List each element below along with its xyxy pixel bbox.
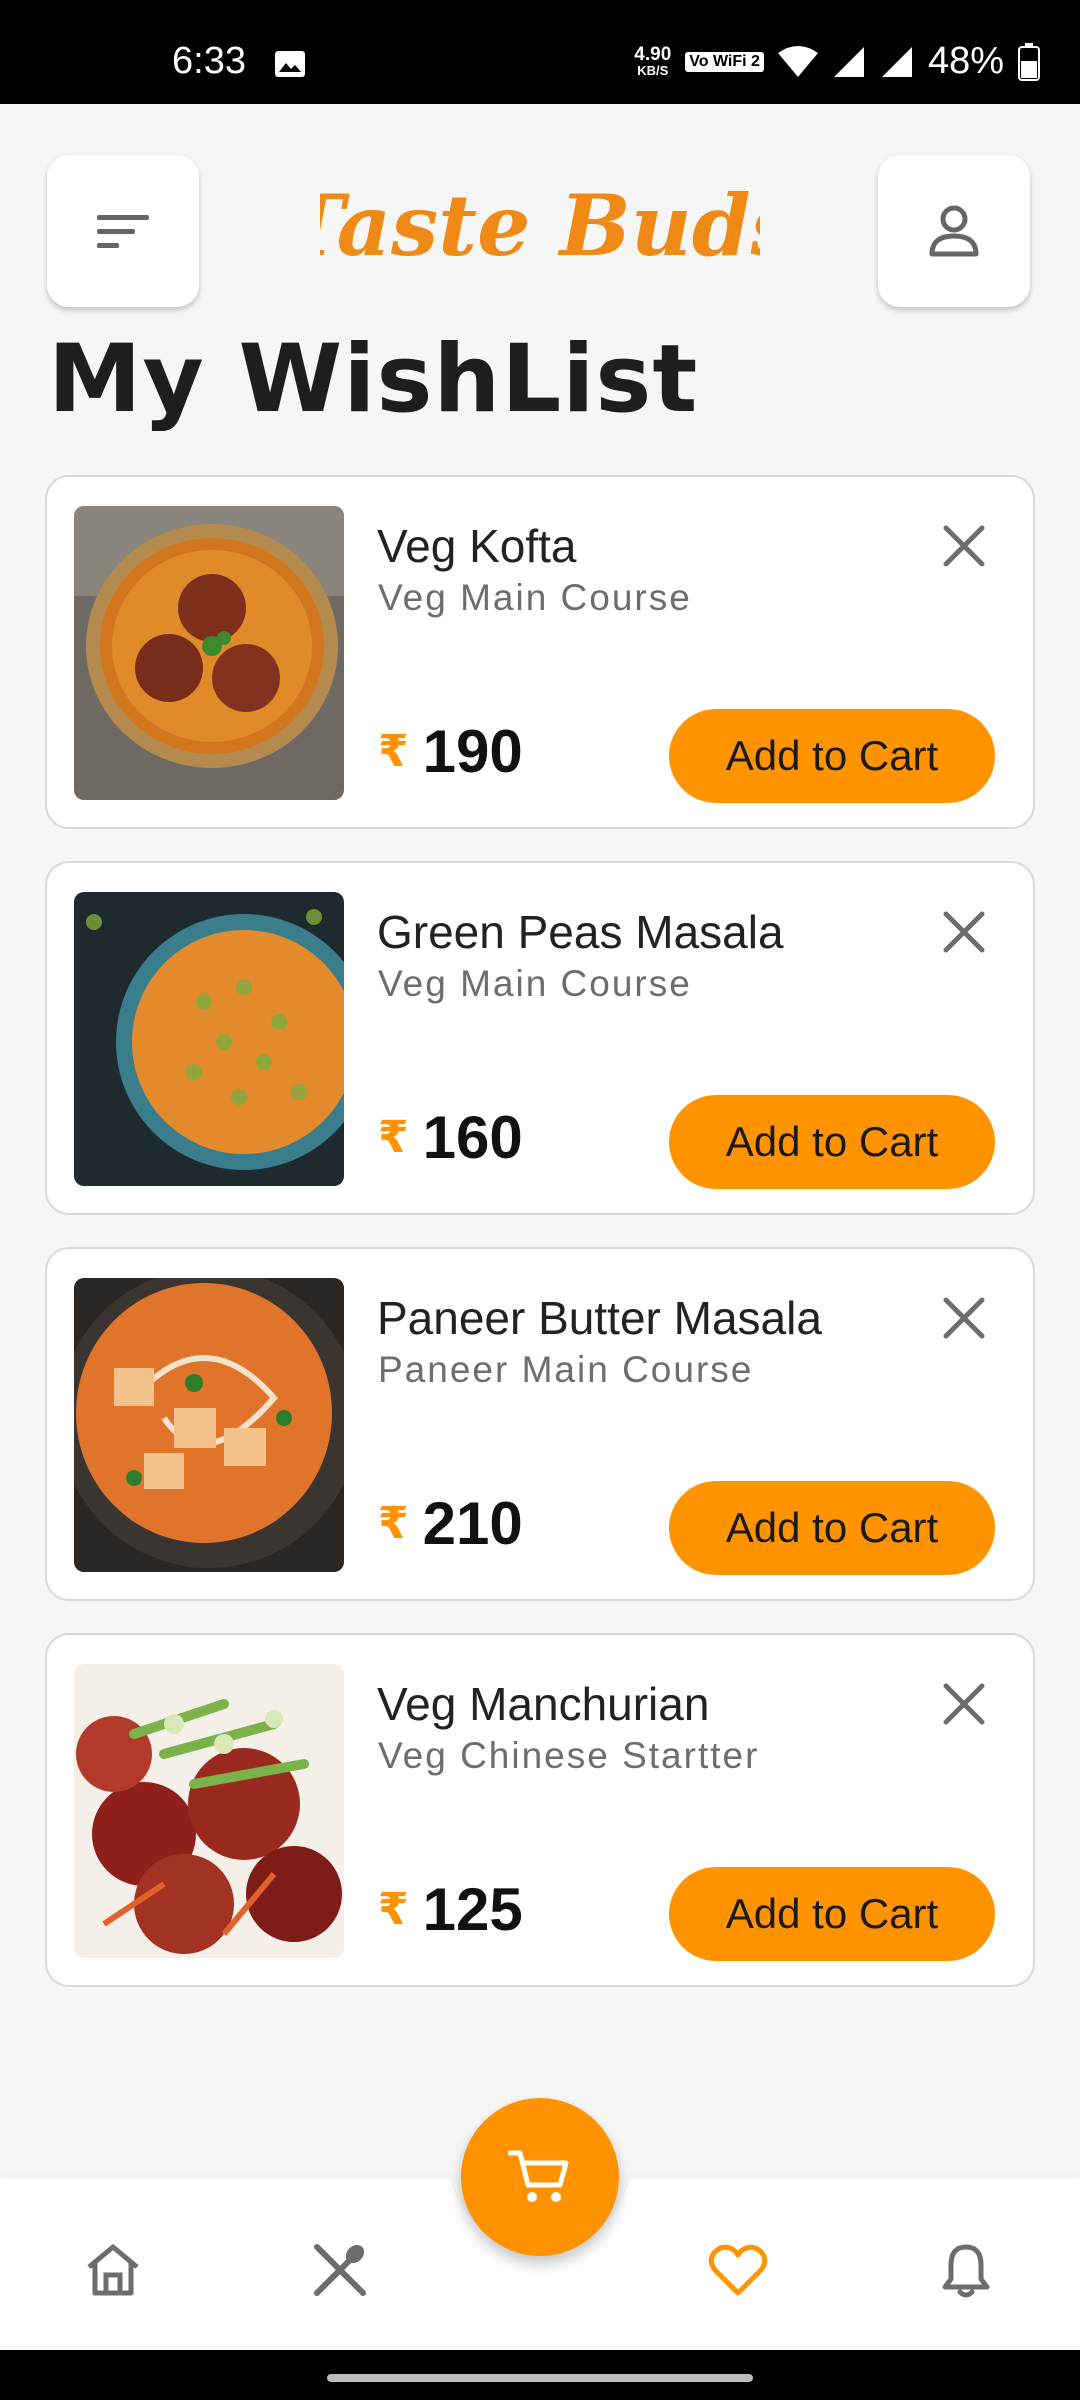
item-category: Paneer Main Course [378, 1349, 754, 1390]
person-icon [929, 205, 979, 257]
profile-button[interactable] [878, 155, 1030, 307]
price-value: 190 [422, 718, 523, 785]
item-name: Veg Manchurian [377, 1678, 710, 1730]
network-speed: 4.90 KB/S [634, 44, 672, 78]
menu-button[interactable] [47, 155, 199, 307]
rupee-symbol: ₹ [378, 1113, 409, 1162]
close-icon [943, 1683, 985, 1725]
add-to-cart-button[interactable]: Add to Cart [669, 709, 995, 803]
food-image-veg-manchurian[interactable] [74, 1664, 344, 1958]
fork-spoon-icon [314, 2244, 366, 2296]
add-to-cart-button[interactable]: Add to Cart [669, 1095, 995, 1189]
nav-menu[interactable] [302, 2232, 378, 2308]
rupee-symbol: ₹ [378, 1885, 409, 1934]
close-icon [943, 911, 985, 953]
vowifi-badge: Vo WiFi 2 [685, 51, 764, 72]
item-price: ₹ 190 [378, 717, 523, 786]
remove-button[interactable] [937, 1677, 991, 1731]
wishlist-item[interactable]: Veg Kofta Veg Main Course ₹ 190 Add to C… [45, 475, 1035, 829]
remove-button[interactable] [937, 519, 991, 573]
image-notification-icon [275, 51, 305, 77]
home-indicator[interactable] [327, 2374, 753, 2382]
food-image-green-peas-masala[interactable] [74, 892, 344, 1186]
add-to-cart-button[interactable]: Add to Cart [669, 1867, 995, 1961]
rupee-symbol: ₹ [378, 1499, 409, 1548]
wifi-icon [777, 45, 818, 77]
item-category: Veg Chinese Startter [378, 1735, 760, 1776]
nav-favorites[interactable] [700, 2232, 776, 2308]
status-right: 4.90 KB/S Vo WiFi 2 48% [634, 40, 1040, 83]
price-value: 160 [422, 1104, 523, 1171]
brand-logo: Taste Buds [320, 176, 760, 275]
food-image-paneer-butter-masala[interactable] [74, 1278, 344, 1572]
cart-fab-button[interactable] [461, 2098, 619, 2256]
wishlist-item[interactable]: Veg Manchurian Veg Chinese Startter ₹ 12… [45, 1633, 1035, 1987]
signal-icon [833, 46, 864, 77]
item-category: Veg Main Course [378, 963, 692, 1004]
remove-button[interactable] [937, 905, 991, 959]
page-title: My WishList [48, 325, 699, 434]
rupee-symbol: ₹ [378, 727, 409, 776]
add-to-cart-button[interactable]: Add to Cart [669, 1481, 995, 1575]
item-name: Paneer Butter Masala [377, 1292, 822, 1344]
remove-button[interactable] [937, 1291, 991, 1345]
bell-icon [942, 2244, 990, 2298]
item-name: Veg Kofta [377, 520, 577, 572]
item-name: Green Peas Masala [377, 906, 784, 958]
wishlist: Veg Kofta Veg Main Course ₹ 190 Add to C… [45, 475, 1035, 2019]
battery-percent: 48% [927, 40, 1004, 82]
brand-text: Taste Buds [320, 176, 760, 275]
price-value: 125 [422, 1876, 523, 1943]
heart-icon [708, 2244, 768, 2296]
price-value: 210 [422, 1490, 523, 1557]
item-category: Veg Main Course [378, 577, 692, 618]
home-icon [87, 2244, 139, 2296]
nav-notifications[interactable] [928, 2232, 1004, 2308]
item-price: ₹ 125 [378, 1875, 523, 1944]
close-icon [943, 1297, 985, 1339]
wishlist-item[interactable]: Paneer Butter Masala Paneer Main Course … [45, 1247, 1035, 1601]
sort-lines-icon [97, 215, 149, 248]
battery-icon [1018, 42, 1040, 81]
status-bar: 6:33 4.90 KB/S Vo WiFi 2 48% [0, 0, 1080, 104]
item-price: ₹ 210 [378, 1489, 523, 1558]
cart-icon [508, 2150, 569, 2202]
wishlist-item[interactable]: Green Peas Masala Veg Main Course ₹ 160 … [45, 861, 1035, 1215]
food-image-veg-kofta[interactable] [74, 506, 344, 800]
item-price: ₹ 160 [378, 1103, 523, 1172]
nav-home[interactable] [75, 2232, 151, 2308]
status-time: 6:33 [172, 40, 246, 82]
close-icon [943, 525, 985, 567]
signal-icon-2 [881, 46, 912, 77]
